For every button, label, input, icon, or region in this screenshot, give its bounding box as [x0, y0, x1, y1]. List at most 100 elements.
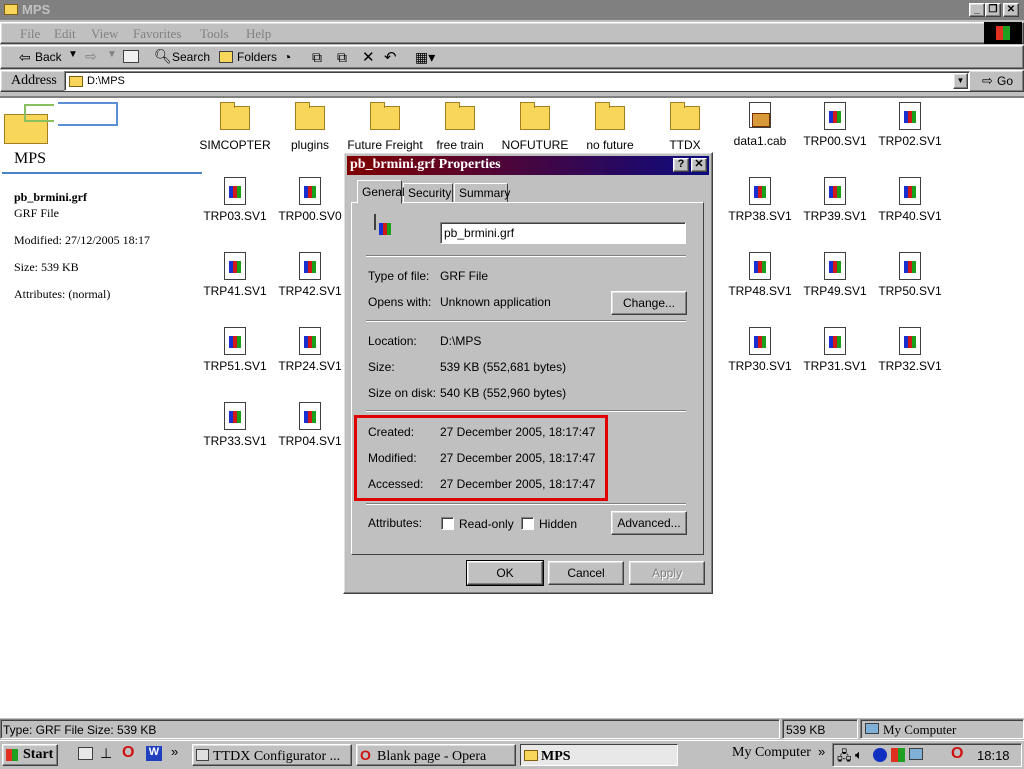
file-item[interactable]: TRP31.SV1: [797, 325, 873, 373]
network-icon[interactable]: 🖧︎: [837, 747, 852, 769]
read-only-checkbox[interactable]: [441, 517, 454, 530]
size-label: Size:: [368, 360, 395, 374]
tray-opera-icon[interactable]: O: [951, 745, 963, 763]
file-item[interactable]: data1.cab: [722, 100, 798, 148]
menu-tools[interactable]: Tools: [200, 26, 229, 42]
grf-file-icon: [224, 177, 246, 205]
tray-app-icon[interactable]: [873, 748, 887, 762]
dialog-close-button[interactable]: ✕: [691, 158, 707, 172]
task-mps[interactable]: MPS: [520, 744, 678, 766]
file-item[interactable]: TRP38.SV1: [722, 175, 798, 223]
file-item[interactable]: TRP00.SV0: [272, 175, 348, 223]
help-button[interactable]: ?: [673, 158, 689, 172]
close-button[interactable]: ✕: [1003, 3, 1019, 17]
undo-icon[interactable]: ↶: [384, 48, 397, 66]
windows-flag-icon: [6, 749, 18, 761]
tab-general[interactable]: General: [357, 180, 405, 204]
ok-button[interactable]: OK: [466, 560, 544, 586]
menu-help[interactable]: Help: [246, 26, 271, 42]
file-item[interactable]: TRP00.SV1: [797, 100, 873, 148]
standard-toolbar: ⇦ Back ▼ ⇨ ▼ 🔍︎ Search Folders ◔ ⧉ ⧉ ✕ ↶…: [0, 45, 1024, 69]
advanced-button[interactable]: Advanced...: [611, 511, 687, 535]
search-button[interactable]: Search: [172, 50, 210, 64]
cancel-button[interactable]: Cancel: [548, 561, 624, 585]
folder-icon: [4, 4, 18, 15]
file-item[interactable]: TRP50.SV1: [872, 250, 948, 298]
task-ttdx-configurator[interactable]: TTDX Configurator ...: [192, 744, 352, 766]
delete-icon[interactable]: ✕: [362, 48, 375, 66]
grf-file-icon: [899, 177, 921, 205]
copy-to-icon[interactable]: ⧉: [337, 49, 347, 66]
folder-item[interactable]: plugins: [272, 100, 348, 152]
selected-file-type: GRF File: [14, 206, 60, 220]
file-item[interactable]: TRP39.SV1: [797, 175, 873, 223]
maximize-button[interactable]: ❐: [985, 3, 1001, 17]
folder-item[interactable]: no future: [572, 100, 648, 152]
status-zone: My Computer: [883, 722, 957, 737]
dialog-title-bar[interactable]: pb_brmini.grf Properties ? ✕: [347, 156, 709, 175]
show-desktop-icon[interactable]: [78, 747, 93, 760]
file-item[interactable]: TRP32.SV1: [872, 325, 948, 373]
volume-icon[interactable]: 🔈︎: [855, 747, 863, 763]
opera-icon[interactable]: O: [122, 744, 134, 762]
status-text: Type: GRF File Size: 539 KB: [3, 723, 157, 737]
my-computer-toolbar[interactable]: My Computer: [732, 745, 811, 761]
clock[interactable]: 18:18: [977, 748, 1010, 763]
hidden-checkbox[interactable]: [521, 517, 534, 530]
quicklaunch-tool-icon[interactable]: ⊥: [100, 745, 112, 762]
file-item[interactable]: TRP49.SV1: [797, 250, 873, 298]
file-item[interactable]: TRP03.SV1: [197, 175, 273, 223]
folder-item[interactable]: TTDX: [647, 100, 723, 152]
change-button[interactable]: Change...: [611, 291, 687, 315]
menu-file[interactable]: File: [20, 26, 40, 42]
file-item[interactable]: TRP33.SV1: [197, 400, 273, 448]
folder-icon: [220, 102, 250, 130]
word-icon[interactable]: W: [146, 746, 162, 761]
toolbar-more-icon[interactable]: »: [818, 744, 825, 759]
menu-edit[interactable]: Edit: [54, 26, 76, 42]
address-input[interactable]: D:\MPS ▼: [64, 71, 970, 91]
up-folder-icon[interactable]: [123, 50, 139, 63]
apply-button[interactable]: Apply: [629, 561, 705, 585]
file-item[interactable]: TRP41.SV1: [197, 250, 273, 298]
menu-favorites[interactable]: Favorites: [133, 26, 181, 42]
tab-security[interactable]: Security: [403, 183, 453, 203]
move-to-icon[interactable]: ⧉: [312, 49, 322, 66]
tab-summary[interactable]: Summary: [454, 183, 510, 203]
forward-arrow-icon[interactable]: ⇨: [85, 48, 97, 65]
folders-button[interactable]: Folders: [237, 50, 277, 64]
grf-file-icon: [299, 177, 321, 205]
file-item[interactable]: TRP02.SV1: [872, 100, 948, 148]
file-item[interactable]: TRP42.SV1: [272, 250, 348, 298]
file-item[interactable]: TRP48.SV1: [722, 250, 798, 298]
go-button[interactable]: Go: [997, 74, 1013, 88]
file-item[interactable]: TRP40.SV1: [872, 175, 948, 223]
attributes-label: Attributes:: [368, 516, 423, 530]
menu-view[interactable]: View: [91, 26, 118, 42]
file-item[interactable]: TRP24.SV1: [272, 325, 348, 373]
go-arrow-icon[interactable]: ⇨: [982, 73, 993, 89]
file-item[interactable]: TRP30.SV1: [722, 325, 798, 373]
filename-input[interactable]: pb_brmini.grf: [440, 222, 686, 244]
back-button[interactable]: Back: [35, 50, 62, 64]
task-opera[interactable]: O Blank page - Opera: [356, 744, 516, 766]
quicklaunch-more-icon[interactable]: »: [171, 744, 178, 759]
views-icon[interactable]: ▦▾: [415, 49, 435, 66]
window-title-bar[interactable]: MPS _ ❐ ✕: [0, 0, 1024, 20]
folder-item[interactable]: free train: [422, 100, 498, 152]
tray-monitor-icon[interactable]: [909, 748, 923, 760]
minimize-button[interactable]: _: [969, 3, 985, 17]
system-tray: 🖧︎ 🔈︎ O 18:18: [832, 743, 1022, 767]
file-item[interactable]: TRP04.SV1: [272, 400, 348, 448]
folder-item[interactable]: NOFUTURE: [497, 100, 573, 152]
folder-item[interactable]: SIMCOPTER: [197, 100, 273, 152]
address-dropdown-button[interactable]: ▼: [953, 73, 968, 89]
history-icon[interactable]: ◔: [283, 49, 291, 65]
grf-file-icon: [824, 327, 846, 355]
back-dropdown-icon[interactable]: ▼: [68, 49, 78, 60]
forward-dropdown-icon[interactable]: ▼: [107, 49, 117, 60]
start-button[interactable]: Start: [2, 744, 58, 766]
file-item[interactable]: TRP51.SV1: [197, 325, 273, 373]
folder-item[interactable]: Future Freight: [347, 100, 423, 152]
tray-flag-icon[interactable]: [891, 748, 905, 762]
